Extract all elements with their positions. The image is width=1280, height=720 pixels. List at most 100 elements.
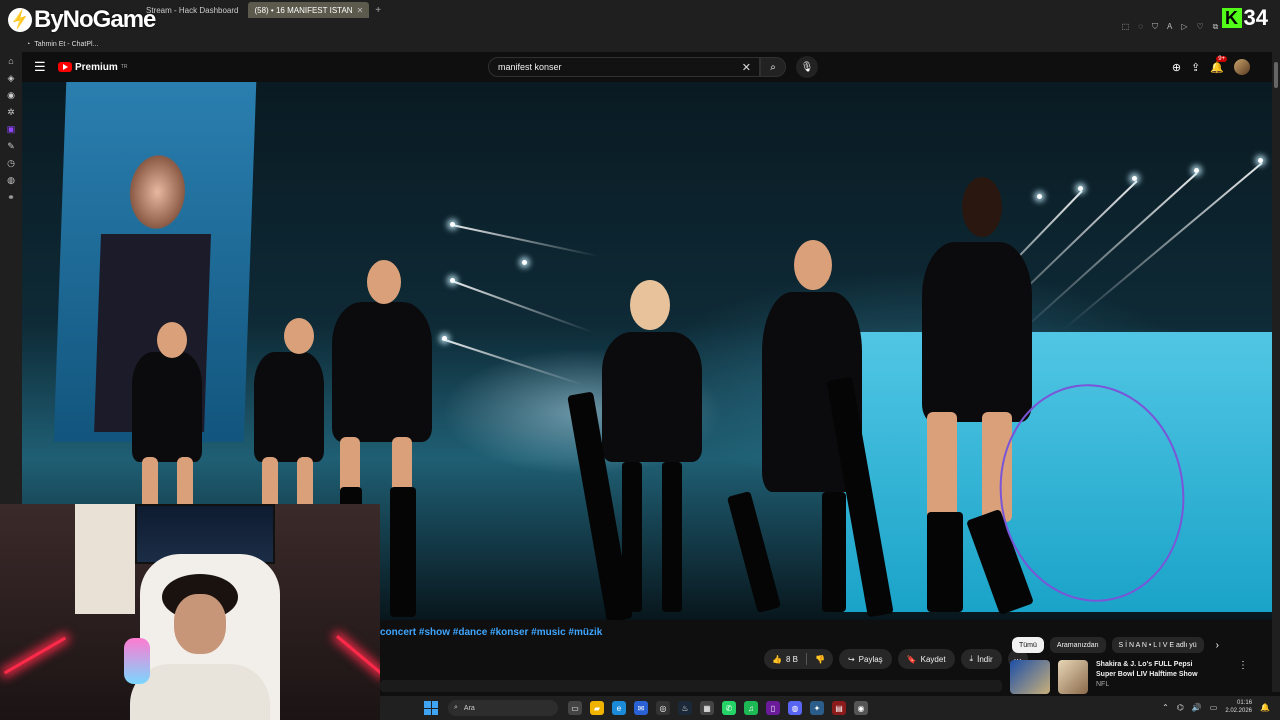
taskbar-search[interactable]: ⌕ Ara xyxy=(448,700,558,716)
voice-search-button[interactable]: 🎙 xyxy=(796,56,818,78)
region-code: TR xyxy=(120,63,128,70)
settings-icon[interactable]: ◈ xyxy=(8,73,15,84)
new-tab-button[interactable]: + xyxy=(375,5,381,16)
avatar[interactable] xyxy=(1234,59,1250,75)
video-hashtags[interactable]: concert #show #dance #konser #music #müz… xyxy=(380,627,602,638)
heart-icon[interactable]: ♡ xyxy=(1196,22,1203,32)
store-icon[interactable]: ▦ xyxy=(700,701,714,715)
bell-icon: 🔔 xyxy=(1210,61,1224,74)
like-count: 8 B xyxy=(785,654,798,664)
system-tray: ⌃ ⌬ 🔊 ▭ 01:16 2.02.2026 🔔 xyxy=(1162,699,1270,715)
shield-icon[interactable]: ⛉ xyxy=(1152,22,1158,32)
link-icon[interactable]: ⚭ xyxy=(7,192,15,203)
spotify-icon[interactable]: ♫ xyxy=(744,701,758,715)
related-video-title[interactable]: Shakira & J. Lo's FULL Pepsi xyxy=(1096,660,1224,670)
youtube-header: ☰ Premium TR manifest konser ✕ ⌕ 🎙 ⊕ ⇪ 🔔… xyxy=(22,52,1272,82)
related-video-title-line2[interactable]: Super Bowl LIV Halftime Show xyxy=(1096,670,1224,680)
play-icon[interactable]: ▷ xyxy=(1181,22,1187,32)
task-view-icon[interactable]: ▭ xyxy=(568,701,582,715)
download-label: İndir xyxy=(977,654,993,664)
related-video-channel[interactable]: NFL xyxy=(1096,680,1224,690)
taskbar-search-placeholder: Ara xyxy=(463,704,475,712)
extension-icons: ⬚ ◌ ⛉ A ▷ ♡ ⧉ AI xyxy=(1122,22,1234,32)
extension-icon[interactable]: ◌ xyxy=(1138,22,1143,32)
extension-icon[interactable]: ⬚ xyxy=(1122,22,1130,32)
app-icon[interactable]: ▯ xyxy=(766,701,780,715)
chrome-icon[interactable]: ◉ xyxy=(854,701,868,715)
brand-name: ByNoGame xyxy=(34,6,156,33)
battery-icon[interactable]: ▭ xyxy=(1210,703,1218,712)
search-value: manifest konser xyxy=(498,62,562,72)
kick-logo-icon: K xyxy=(1221,8,1242,28)
network-icon[interactable]: ⌬ xyxy=(1177,703,1184,712)
video-thumbnail[interactable] xyxy=(1010,660,1050,694)
chip-all[interactable]: Tümü xyxy=(1012,637,1044,653)
chip-channel[interactable]: S İ N A N • L I V E adlı yü xyxy=(1111,637,1204,653)
chevron-up-icon[interactable]: ⌃ xyxy=(1162,703,1169,712)
clock-date: 2.02.2026 xyxy=(1225,708,1253,714)
browser-tab-active[interactable]: (58) • 16 MANIFEST ISTAN ✕ xyxy=(248,2,370,18)
share-button[interactable]: ↪ Paylaş xyxy=(838,649,892,669)
more-options-icon[interactable]: ⋮ xyxy=(1238,660,1248,694)
steam-icon[interactable]: ♨ xyxy=(678,701,692,715)
mail-icon[interactable]: ✉ xyxy=(634,701,648,715)
save-button[interactable]: 🔖 Kaydet xyxy=(897,649,955,669)
like-button[interactable]: 👍 8 B xyxy=(764,655,806,664)
chevron-right-icon[interactable]: › xyxy=(1216,640,1219,651)
search-icon: ⌕ xyxy=(454,704,458,711)
translate-icon[interactable]: A xyxy=(1167,22,1172,32)
search-button[interactable]: ⌕ xyxy=(760,57,786,77)
search-input[interactable]: manifest konser ✕ xyxy=(488,57,760,77)
clock-icon[interactable]: ◷ xyxy=(7,158,15,169)
create-icon[interactable]: ⊕ xyxy=(1172,61,1181,74)
extension-icon[interactable]: ◉ xyxy=(7,90,15,101)
taskbar-apps: ▭ ▰ e ✉ ◎ ♨ ▦ ✆ ♫ ▯ ◍ ✦ ▤ ◉ xyxy=(568,701,868,715)
whatsapp-icon[interactable]: ✆ xyxy=(722,701,736,715)
extension-icon[interactable]: ◍ xyxy=(7,175,15,186)
bookmark-item[interactable]: Tahmin Et - ChatPl... xyxy=(34,41,98,48)
like-dislike-group: 👍 8 B 👎 xyxy=(764,649,833,669)
discord-icon[interactable]: ◍ xyxy=(788,701,802,715)
chip-from-search[interactable]: Aramanızdan xyxy=(1049,637,1106,653)
app-icon[interactable]: ▤ xyxy=(832,701,846,715)
microphone-icon: 🎙 xyxy=(800,61,814,73)
app-icon[interactable]: ✦ xyxy=(810,701,824,715)
tab-label: (58) • 16 MANIFEST ISTAN xyxy=(254,5,353,15)
puzzle-icon[interactable]: ⧉ xyxy=(1213,22,1219,32)
clear-icon[interactable]: ✕ xyxy=(742,61,751,74)
upload-icon[interactable]: ⇪ xyxy=(1191,61,1200,74)
windows-start-icon[interactable] xyxy=(424,701,438,715)
related-video-details: Shakira & J. Lo's FULL Pepsi Super Bowl … xyxy=(1096,660,1224,694)
download-icon: ⤓ xyxy=(969,654,974,663)
download-button[interactable]: ⤓ İndir xyxy=(960,649,1002,669)
bookmarks-bar: ◔ Tahmin Et - ChatPl... xyxy=(0,36,1280,52)
browser-toolbar xyxy=(0,20,1280,36)
edit-icon[interactable]: ✎ xyxy=(7,141,15,152)
browser-tab-bar: Stream - Hack Dashboard (58) • 16 MANIFE… xyxy=(0,0,1280,20)
close-icon[interactable]: ✕ xyxy=(357,6,364,15)
notification-center-icon[interactable]: 🔔 xyxy=(1260,703,1270,712)
youtube-logo[interactable]: Premium TR xyxy=(58,62,127,73)
file-explorer-icon[interactable]: ▰ xyxy=(590,701,604,715)
obs-icon[interactable]: ◎ xyxy=(656,701,670,715)
clock-time: 01:16 xyxy=(1237,700,1253,706)
notifications-button[interactable]: 🔔 9+ xyxy=(1210,55,1228,74)
video-info: concert #show #dance #konser #music #müz… xyxy=(380,620,1272,694)
kick-badge: K 34 xyxy=(1221,5,1268,31)
comment-area[interactable] xyxy=(380,680,1002,692)
edge-icon[interactable]: e xyxy=(612,701,626,715)
related-video-item[interactable]: Shakira & J. Lo's FULL Pepsi Super Bowl … xyxy=(1010,660,1268,694)
star-icon[interactable]: ✲ xyxy=(7,107,15,118)
volume-icon[interactable]: 🔊 xyxy=(1192,703,1202,712)
clock[interactable]: 01:16 2.02.2026 xyxy=(1225,699,1252,715)
browser-tab[interactable]: Stream - Hack Dashboard xyxy=(140,2,244,18)
notification-badge: 9+ xyxy=(1216,55,1228,62)
scrollbar-thumb[interactable] xyxy=(1274,62,1278,88)
logo-text: Premium xyxy=(75,61,118,73)
twitch-icon[interactable]: ▣ xyxy=(7,124,16,135)
dislike-button[interactable]: 👎 xyxy=(807,655,833,664)
hamburger-menu-icon[interactable]: ☰ xyxy=(34,59,48,75)
home-icon[interactable]: ⌂ xyxy=(8,56,13,67)
tab-label: Stream - Hack Dashboard xyxy=(146,5,239,15)
scrollbar[interactable] xyxy=(1272,52,1280,692)
